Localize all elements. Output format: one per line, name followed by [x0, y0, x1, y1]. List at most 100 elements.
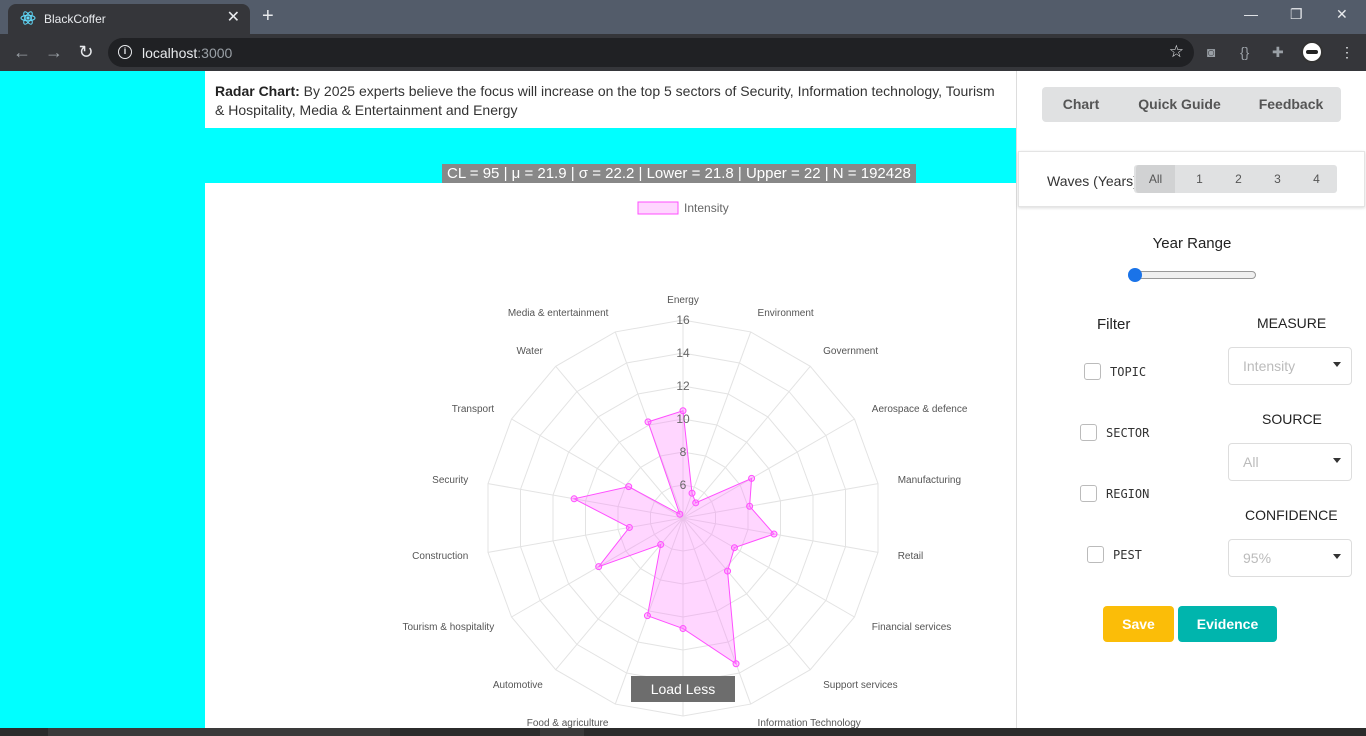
chevron-down-icon — [1333, 554, 1341, 559]
intensity-data-point — [732, 660, 740, 668]
radar-category-label: Energy — [667, 295, 699, 306]
close-tab-icon[interactable]: ✕ — [227, 9, 240, 27]
confidence-select[interactable]: 95% — [1228, 539, 1352, 577]
minimize-icon[interactable]: — — [1244, 6, 1258, 22]
legend-swatch — [637, 201, 679, 215]
radar-tick-label: 10 — [676, 412, 690, 426]
measure-select[interactable]: Intensity — [1228, 347, 1352, 385]
info-icon[interactable]: i — [118, 45, 132, 59]
load-less-button[interactable]: Load Less — [631, 676, 735, 702]
year-range-slider[interactable] — [1129, 271, 1256, 279]
radar-tick-label: 16 — [676, 313, 690, 327]
browser-toolbar: ← → ↻ i localhost:3000 ☆ ◙ {} ✚ ⋮ — [0, 34, 1366, 71]
taskbar-item[interactable] — [540, 728, 584, 736]
wave-all-button[interactable]: All — [1136, 165, 1175, 193]
menu-chart[interactable]: Chart — [1042, 87, 1120, 122]
chevron-down-icon — [1333, 458, 1341, 463]
intensity-data-point — [676, 510, 684, 518]
chevron-down-icon — [1333, 362, 1341, 367]
radar-category-label: Aerospace & defence — [872, 404, 968, 415]
radar-tick-label: 14 — [676, 346, 690, 360]
radar-category-label: Manufacturing — [898, 475, 961, 486]
legend-label: Intensity — [684, 201, 729, 215]
source-select[interactable]: All — [1228, 443, 1352, 481]
radar-category-label: Support services — [823, 680, 897, 691]
react-icon — [20, 11, 36, 25]
sector-label: SECTOR — [1106, 426, 1150, 440]
radar-category-label: Retail — [898, 551, 924, 562]
intensity-data-point — [625, 523, 633, 531]
profile-avatar-icon[interactable] — [1301, 41, 1323, 63]
taskbar-item[interactable] — [48, 728, 390, 736]
intensity-data-point — [692, 499, 700, 507]
radar-category-label: Environment — [758, 308, 814, 319]
radar-category-label: Government — [823, 346, 878, 357]
radar-category-label: Media & entertainment — [508, 308, 609, 319]
intensity-data-point — [657, 541, 665, 549]
top-menu: Chart Quick Guide Feedback — [1042, 87, 1341, 122]
radar-category-label: Tourism & hospitality — [403, 622, 495, 633]
intensity-data-point — [625, 483, 633, 491]
year-range-thumb[interactable] — [1128, 268, 1142, 282]
intensity-data-point — [770, 530, 778, 538]
menu-quick-guide[interactable]: Quick Guide — [1126, 87, 1233, 122]
intensity-series-area — [572, 410, 775, 665]
wave-4-button[interactable]: 4 — [1297, 165, 1336, 193]
reload-icon[interactable]: ↻ — [76, 42, 96, 62]
year-range-title: Year Range — [1152, 235, 1232, 252]
intensity-data-point — [746, 502, 754, 510]
tab-title: BlackCoffer — [44, 12, 106, 26]
puzzle-icon[interactable]: ✚ — [1272, 42, 1284, 62]
new-tab-button[interactable]: + — [262, 6, 274, 26]
topic-checkbox[interactable] — [1084, 363, 1101, 380]
intensity-data-point — [679, 625, 687, 633]
forward-icon[interactable]: → — [44, 42, 64, 62]
description-text: By 2025 experts believe the focus will i… — [215, 83, 995, 118]
intensity-data-point — [724, 567, 732, 575]
sector-checkbox[interactable] — [1080, 424, 1097, 441]
radar-category-label: Construction — [412, 551, 468, 562]
back-icon[interactable]: ← — [12, 42, 32, 62]
camera-icon[interactable]: ◙ — [1207, 42, 1215, 62]
braces-icon[interactable]: {} — [1240, 42, 1249, 62]
intensity-data-point — [730, 544, 738, 552]
browser-tab[interactable]: BlackCoffer ✕ — [8, 4, 250, 34]
radar-category-label: Water — [517, 346, 544, 357]
bookmark-star-icon[interactable]: ☆ — [1169, 42, 1184, 62]
radar-category-label: Food & agriculture — [527, 718, 609, 728]
source-title: SOURCE — [1262, 411, 1322, 427]
region-checkbox[interactable] — [1080, 485, 1097, 502]
radar-category-label: Transport — [452, 404, 495, 415]
region-label: REGION — [1106, 487, 1150, 501]
more-menu-icon[interactable]: ⋮ — [1340, 42, 1354, 62]
menu-feedback[interactable]: Feedback — [1241, 87, 1341, 122]
pest-checkbox[interactable] — [1087, 546, 1104, 563]
topic-label: TOPIC — [1110, 365, 1147, 379]
stats-banner: CL = 95 | μ = 21.9 | σ = 22.2 | Lower = … — [442, 164, 916, 183]
pest-label: PEST — [1113, 548, 1142, 562]
intensity-data-point — [748, 474, 756, 482]
confidence-title: CONFIDENCE — [1245, 507, 1338, 523]
save-button[interactable]: Save — [1103, 606, 1174, 642]
os-taskbar — [0, 728, 1366, 736]
restore-icon[interactable]: ❐ — [1290, 6, 1303, 22]
waves-button-group: All 1 2 3 4 — [1134, 165, 1337, 193]
wave-3-button[interactable]: 3 — [1258, 165, 1297, 193]
intensity-data-point — [644, 418, 652, 426]
wave-1-button[interactable]: 1 — [1180, 165, 1219, 193]
address-bar[interactable]: i localhost:3000 ☆ — [108, 38, 1194, 67]
measure-value: Intensity — [1243, 358, 1296, 374]
radar-category-label: Financial services — [872, 622, 951, 633]
waves-filter: Waves (Years) All 1 2 3 4 — [1018, 151, 1365, 207]
filter-title: Filter — [1097, 316, 1131, 333]
description-label: Radar Chart: — [215, 83, 300, 99]
evidence-button[interactable]: Evidence — [1178, 606, 1277, 642]
close-window-icon[interactable]: ✕ — [1336, 6, 1348, 22]
url-text: localhost:3000 — [142, 45, 233, 61]
radar-tick-label: 6 — [680, 478, 687, 492]
radar-tick-label: 8 — [680, 445, 687, 459]
intensity-data-point — [643, 612, 651, 620]
wave-2-button[interactable]: 2 — [1219, 165, 1258, 193]
radar-chart: 6 8 10 12 14 16 Energy Environment Government Aer… — [403, 201, 968, 728]
intensity-data-point — [688, 489, 696, 497]
